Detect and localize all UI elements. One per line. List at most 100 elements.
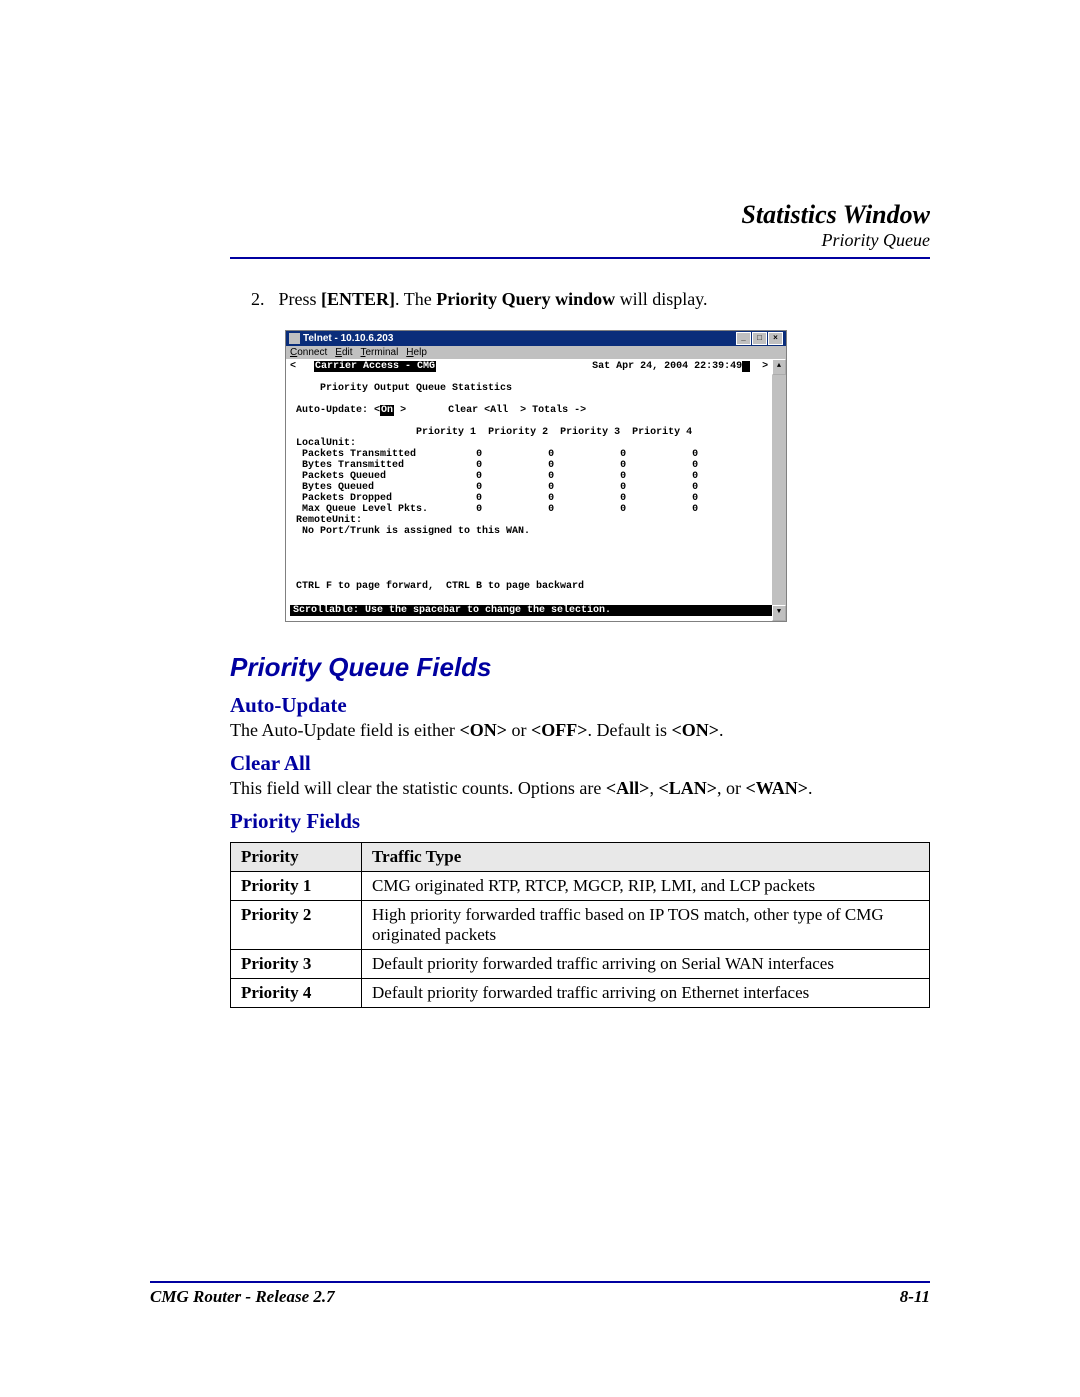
telnet-window: Telnet - 10.10.6.203 _ □ × Connect Edit … xyxy=(285,330,787,622)
header-title: Statistics Window xyxy=(230,200,930,230)
r4v1: 0 xyxy=(548,493,554,504)
footer-left: CMG Router - Release 2.7 xyxy=(150,1287,335,1307)
paging-hint: CTRL F to page forward, CTRL B to page b… xyxy=(296,581,584,592)
th-traffic-type: Traffic Type xyxy=(362,843,930,872)
telnet-icon xyxy=(289,333,300,344)
cell-priority: Priority 1 xyxy=(231,872,362,901)
cell-traffic: High priority forwarded traffic based on… xyxy=(362,901,930,950)
instruction-step-2: 2.Press [ENTER]. The Priority Query wind… xyxy=(275,289,930,310)
footer-rule xyxy=(150,1281,930,1283)
step-number: 2. xyxy=(251,289,279,309)
header-subtitle: Priority Queue xyxy=(230,230,930,251)
r5v2: 0 xyxy=(620,504,626,515)
table-header-row: Priority Traffic Type xyxy=(231,843,930,872)
vertical-scrollbar[interactable]: ▲ ▼ xyxy=(772,359,786,621)
au-on: <ON> xyxy=(459,720,507,740)
r4v3: 0 xyxy=(692,493,698,504)
menu-connect[interactable]: Connect xyxy=(290,347,327,358)
priority-fields-heading: Priority Fields xyxy=(230,809,930,834)
r3v0: 0 xyxy=(476,482,482,493)
row-5-label: Max Queue Level Pkts. xyxy=(302,504,428,515)
scroll-up-icon[interactable]: ▲ xyxy=(772,359,786,375)
close-button[interactable]: × xyxy=(768,332,783,345)
telnet-title: Telnet - 10.10.6.203 xyxy=(303,333,393,344)
telnet-body: < Carrier Access - CMG Sat Apr 24, 2004 … xyxy=(286,359,786,621)
r3v1: 0 xyxy=(548,482,554,493)
ca-pre: This field will clear the statistic coun… xyxy=(230,778,606,798)
au-mid: or xyxy=(507,720,531,740)
section-title: Priority Queue Fields xyxy=(230,652,930,683)
au-end: . xyxy=(719,720,724,740)
telnet-titlebar[interactable]: Telnet - 10.10.6.203 _ □ × xyxy=(286,331,786,346)
maximize-button[interactable]: □ xyxy=(752,332,767,345)
r1v1: 0 xyxy=(548,460,554,471)
instr-post: will display. xyxy=(615,289,707,309)
page-footer: CMG Router - Release 2.7 8-11 xyxy=(150,1281,930,1307)
telnet-menubar[interactable]: Connect Edit Terminal Help xyxy=(286,346,786,359)
r4v2: 0 xyxy=(620,493,626,504)
scroll-down-icon[interactable]: ▼ xyxy=(772,605,786,621)
cell-priority: Priority 3 xyxy=(231,950,362,979)
r0v2: 0 xyxy=(620,449,626,460)
row-1-label: Bytes Transmitted xyxy=(302,460,404,471)
r0v3: 0 xyxy=(692,449,698,460)
auto-update-body: The Auto-Update field is either <ON> or … xyxy=(230,720,930,741)
row-4-label: Packets Dropped xyxy=(302,493,392,504)
cell-traffic: Default priority forwarded traffic arriv… xyxy=(362,950,930,979)
menu-help[interactable]: Help xyxy=(406,347,427,358)
r1v0: 0 xyxy=(476,460,482,471)
page-header: Statistics Window Priority Queue xyxy=(230,200,930,251)
r4v0: 0 xyxy=(476,493,482,504)
priority-table: Priority Traffic Type Priority 1 CMG ori… xyxy=(230,842,930,1008)
r2v1: 0 xyxy=(548,471,554,482)
page: Statistics Window Priority Queue 2.Press… xyxy=(0,0,1080,1397)
r3v3: 0 xyxy=(692,482,698,493)
instr-mid: . The xyxy=(395,289,436,309)
au-off: <OFF> xyxy=(531,720,588,740)
enter-key: [ENTER] xyxy=(321,289,395,309)
remote-msg: No Port/Trunk is assigned to this WAN. xyxy=(302,526,530,537)
instr-pre: Press xyxy=(279,289,322,309)
table-row: Priority 1 CMG originated RTP, RTCP, MGC… xyxy=(231,872,930,901)
r5v1: 0 xyxy=(548,504,554,515)
au-post: . Default is xyxy=(587,720,671,740)
minimize-button[interactable]: _ xyxy=(736,332,751,345)
r2v3: 0 xyxy=(692,471,698,482)
cell-priority: Priority 4 xyxy=(231,979,362,1008)
footer-right: 8-11 xyxy=(900,1287,930,1307)
r0v0: 0 xyxy=(476,449,482,460)
header-rule xyxy=(230,257,930,259)
row-3-label: Bytes Queued xyxy=(302,482,374,493)
row-0-label: Packets Transmitted xyxy=(302,449,416,460)
remoteunit-label: RemoteUnit: xyxy=(296,515,362,526)
ca-o3: <WAN> xyxy=(745,778,808,798)
col-p3: Priority 3 xyxy=(560,427,620,438)
r5v0: 0 xyxy=(476,504,482,515)
auto-update-value[interactable]: On xyxy=(380,405,394,416)
table-row: Priority 4 Default priority forwarded tr… xyxy=(231,979,930,1008)
ca-c2: , or xyxy=(717,778,746,798)
clear-all-body: This field will clear the statistic coun… xyxy=(230,778,930,799)
au-pre: The Auto-Update field is either xyxy=(230,720,459,740)
ca-o1: <All> xyxy=(606,778,650,798)
clear-label[interactable]: Clear <All > Totals -> xyxy=(448,405,586,416)
banner-left: Carrier Access - CMG xyxy=(314,361,436,372)
r1v2: 0 xyxy=(620,460,626,471)
r1v3: 0 xyxy=(692,460,698,471)
auto-update-label: Auto-Update: xyxy=(296,405,368,416)
menu-edit[interactable]: Edit xyxy=(335,347,352,358)
ca-end: . xyxy=(808,778,813,798)
stats-heading: Priority Output Queue Statistics xyxy=(320,383,512,394)
localunit-label: LocalUnit: xyxy=(296,438,356,449)
banner-date: Sat Apr 24, 2004 22:39:49 xyxy=(592,361,742,372)
row-2-label: Packets Queued xyxy=(302,471,386,482)
col-p4: Priority 4 xyxy=(632,427,692,438)
ca-o2: <LAN> xyxy=(658,778,717,798)
menu-terminal[interactable]: Terminal xyxy=(361,347,399,358)
auto-update-heading: Auto-Update xyxy=(230,693,930,718)
col-p2: Priority 2 xyxy=(488,427,548,438)
au-def: <ON> xyxy=(671,720,719,740)
clear-all-heading: Clear All xyxy=(230,751,930,776)
r3v2: 0 xyxy=(620,482,626,493)
r2v0: 0 xyxy=(476,471,482,482)
